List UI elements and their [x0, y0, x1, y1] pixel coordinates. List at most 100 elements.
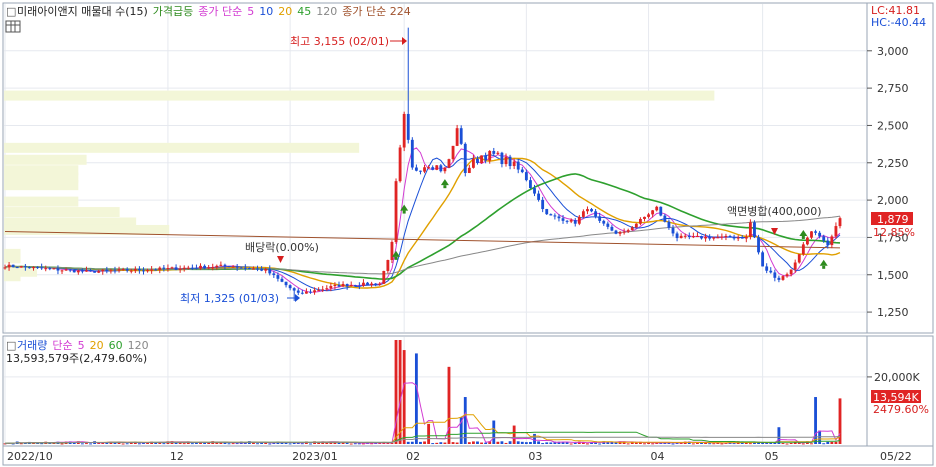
price-tick-label: 1,250 — [877, 306, 909, 319]
candle-down — [243, 267, 247, 269]
volume-legend-item: 60 — [109, 339, 123, 352]
candle-up — [626, 230, 630, 232]
volume-axis: 20,000K — [867, 371, 920, 384]
candle-up — [317, 290, 321, 292]
volume-bar — [256, 443, 259, 445]
candle-up — [435, 165, 439, 170]
candle-up — [748, 222, 752, 237]
volume-bar — [492, 420, 496, 444]
candle-up — [133, 268, 137, 271]
candle-up — [679, 235, 683, 239]
candle-down — [663, 215, 667, 222]
legend-item: 120 — [316, 5, 337, 18]
volume-bar — [569, 443, 573, 445]
candle-down — [476, 158, 479, 164]
candle-up — [44, 268, 48, 270]
candle-down — [353, 285, 357, 287]
candle-up — [231, 266, 235, 268]
candle-down — [15, 267, 19, 269]
volume-legend-item: 거래량 — [17, 339, 47, 352]
candle-down — [28, 267, 31, 269]
volume-bar — [235, 443, 239, 445]
volume-bar — [524, 442, 528, 444]
volume-bar — [545, 442, 549, 444]
volume-bar — [708, 443, 712, 445]
candle-up — [215, 265, 219, 268]
volume-bar — [826, 441, 830, 444]
candle-down — [345, 284, 349, 287]
candle-down — [708, 236, 712, 239]
candle-down — [56, 268, 60, 271]
candle-down — [761, 252, 765, 267]
candle-down — [492, 150, 496, 154]
candle-up — [304, 291, 308, 294]
last-price: 1,879 — [877, 213, 909, 226]
settings-icon[interactable] — [5, 20, 21, 33]
volume-bar — [137, 443, 141, 445]
candle-up — [158, 267, 162, 270]
volume-legend-item: 20 — [90, 339, 104, 352]
candle-down — [614, 230, 618, 234]
candle-down — [553, 215, 557, 217]
volume-bar — [549, 442, 553, 444]
date-tick-label: 02 — [406, 450, 420, 463]
volume-bar — [419, 441, 422, 444]
candle-up — [797, 254, 801, 263]
candle-down — [260, 268, 264, 271]
candle-up — [321, 289, 325, 291]
volume-profile-bar — [4, 90, 715, 101]
candle-down — [268, 268, 272, 274]
candle-down — [203, 265, 207, 269]
candle-down — [671, 227, 675, 234]
candle-down — [300, 292, 304, 294]
candle-down — [545, 209, 549, 215]
candle-down — [154, 269, 158, 271]
volume-bar — [533, 433, 536, 444]
candle-up — [655, 206, 659, 211]
svg-text:□: □ — [6, 339, 16, 352]
volume-bar — [337, 442, 341, 444]
candle-down — [439, 165, 443, 172]
candle-up — [386, 260, 390, 271]
candle-down — [256, 268, 259, 270]
candle-up — [3, 267, 7, 269]
legend-item: 5 — [247, 5, 254, 18]
candle-down — [508, 156, 512, 167]
volume-bar — [451, 442, 455, 444]
candle-up — [186, 267, 190, 269]
candle-up — [480, 155, 483, 164]
volume-bar — [748, 443, 752, 445]
split-label: 액면병합(400,000) — [727, 205, 822, 218]
volume-profile-bar — [4, 207, 120, 218]
volume-bar — [626, 443, 630, 445]
volume-bar — [671, 443, 675, 445]
candle-up — [101, 269, 105, 272]
volume-bar — [496, 441, 500, 444]
candle-down — [223, 264, 227, 266]
volume-bar — [410, 441, 414, 444]
candle-down — [561, 218, 565, 221]
candle-up — [618, 232, 622, 234]
candle-up — [398, 147, 402, 182]
volume-profile-bar — [4, 196, 79, 207]
candle-down — [113, 270, 117, 272]
candle-up — [252, 268, 255, 270]
volume-bar — [85, 443, 88, 445]
low-label: 최저 1,325 (01/03) — [180, 292, 279, 305]
candle-up — [219, 264, 223, 266]
candle-down — [753, 222, 756, 238]
volume-bar — [89, 443, 92, 445]
candle-up — [622, 231, 626, 233]
candle-down — [125, 269, 129, 271]
volume-bar — [40, 443, 44, 445]
candle-up — [402, 113, 406, 148]
candle-down — [602, 220, 606, 224]
candle-up — [496, 152, 500, 154]
candle-down — [239, 267, 243, 269]
candle-up — [129, 270, 133, 272]
stock-chart[interactable]: 1,2501,5001,7502,0002,2502,5002,7503,000… — [0, 0, 936, 467]
volume-legend-item: 5 — [78, 339, 85, 352]
candle-up — [390, 241, 394, 261]
volume-bar — [443, 442, 447, 444]
candle-up — [651, 210, 655, 215]
